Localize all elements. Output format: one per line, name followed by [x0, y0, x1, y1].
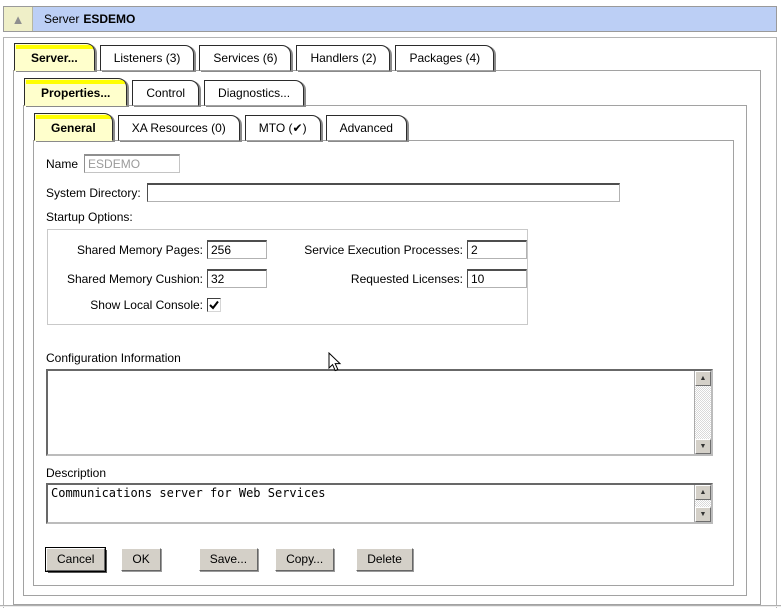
tab-general[interactable]: General [34, 113, 113, 141]
bottom-divider [0, 605, 781, 607]
requested-licenses-field[interactable] [467, 269, 527, 288]
tab-services[interactable]: Services (6) [199, 45, 291, 71]
startup-options-label: Startup Options: [46, 210, 721, 224]
tab-diagnostics[interactable]: Diagnostics... [204, 80, 304, 106]
description-scrollbar[interactable]: ▲ ▼ [694, 485, 711, 522]
delete-button[interactable]: Delete [356, 548, 413, 571]
tab-listeners[interactable]: Listeners (3) [100, 45, 195, 71]
requested-licenses-label: Requested Licenses: [273, 272, 463, 286]
server-frame: Server... Listeners (3) Services (6) Han… [3, 37, 777, 608]
collapse-toggle[interactable]: ▲ [4, 7, 33, 31]
name-field[interactable] [84, 154, 180, 173]
general-tab-panel: Name System Directory: Startup Options: … [33, 140, 734, 586]
tab-xa-resources[interactable]: XA Resources (0) [118, 115, 240, 141]
tab-advanced[interactable]: Advanced [326, 115, 407, 141]
startup-options-group: Shared Memory Pages: Service Execution P… [47, 229, 528, 325]
header-title: Server ESDEMO [33, 7, 776, 31]
tab-control[interactable]: Control [132, 80, 199, 106]
description-label: Description [46, 466, 721, 480]
server-header-bar: ▲ Server ESDEMO [3, 6, 777, 32]
show-local-console-checkbox[interactable] [207, 298, 221, 312]
shared-memory-cushion-field[interactable] [207, 269, 267, 288]
cancel-button[interactable]: Cancel [46, 548, 105, 571]
tab-row-level3: General XA Resources (0) MTO (✔) Advance… [24, 113, 746, 141]
description-text: Communications server for Web Services [48, 485, 693, 522]
shared-memory-pages-label: Shared Memory Pages: [48, 243, 203, 257]
tab-packages[interactable]: Packages (4) [395, 45, 494, 71]
system-directory-field[interactable] [147, 183, 620, 202]
ok-button[interactable]: OK [121, 548, 160, 571]
tab-handlers[interactable]: Handlers (2) [296, 45, 390, 71]
name-label: Name [46, 157, 78, 171]
description-textarea[interactable]: Communications server for Web Services ▲… [46, 483, 713, 524]
save-button[interactable]: Save... [199, 548, 258, 571]
header-prefix: Server [44, 12, 79, 26]
tab-row-level1: Server... Listeners (3) Services (6) Han… [4, 43, 776, 71]
properties-tab-panel: General XA Resources (0) MTO (✔) Advance… [23, 105, 747, 596]
tab-server[interactable]: Server... [14, 43, 95, 71]
triangle-up-icon: ▲ [12, 13, 25, 26]
configuration-information-textarea[interactable]: ▲ ▼ [46, 369, 713, 456]
checkmark-icon [209, 300, 219, 310]
service-execution-processes-label: Service Execution Processes: [273, 243, 463, 257]
config-scrollbar[interactable]: ▲ ▼ [694, 371, 711, 454]
scroll-down-icon[interactable]: ▼ [695, 507, 711, 522]
header-server-name: ESDEMO [83, 12, 135, 26]
shared-memory-cushion-label: Shared Memory Cushion: [48, 272, 203, 286]
system-directory-label: System Directory: [46, 186, 141, 200]
tab-properties[interactable]: Properties... [24, 78, 127, 106]
scroll-up-icon[interactable]: ▲ [695, 485, 711, 500]
tab-mto[interactable]: MTO (✔) [245, 115, 321, 141]
service-execution-processes-field[interactable] [467, 240, 527, 259]
show-local-console-label: Show Local Console: [48, 298, 203, 312]
configuration-information-label: Configuration Information [46, 351, 721, 365]
action-button-row: Cancel OK Save... Copy... Delete [46, 548, 721, 571]
configuration-information-text [48, 371, 693, 454]
scroll-up-icon[interactable]: ▲ [695, 371, 711, 386]
scroll-down-icon[interactable]: ▼ [695, 439, 711, 454]
server-tab-panel: Properties... Control Diagnostics... Gen… [13, 70, 761, 605]
copy-button[interactable]: Copy... [275, 548, 334, 571]
tab-row-level2: Properties... Control Diagnostics... [14, 78, 760, 106]
shared-memory-pages-field[interactable] [207, 240, 267, 259]
